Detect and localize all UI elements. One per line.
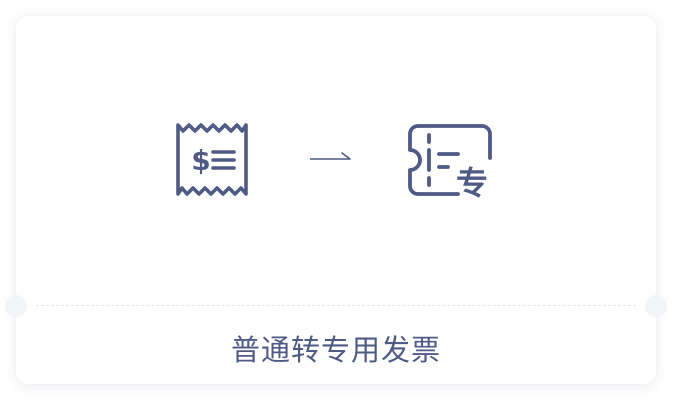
card-caption: 普通转专用发票	[230, 333, 441, 367]
svg-text:专: 专	[456, 164, 488, 200]
right-arrow-icon	[308, 148, 354, 168]
card-notch-right	[645, 295, 667, 317]
svg-text:$: $	[191, 144, 210, 177]
receipt-dollar-icon: $	[174, 122, 250, 198]
ticket-special-icon: 专	[406, 122, 496, 200]
invoice-conversion-card[interactable]: $ 专 普通转专用发票	[5, 16, 667, 384]
card-notch-left	[5, 295, 27, 317]
card-divider	[36, 305, 636, 306]
